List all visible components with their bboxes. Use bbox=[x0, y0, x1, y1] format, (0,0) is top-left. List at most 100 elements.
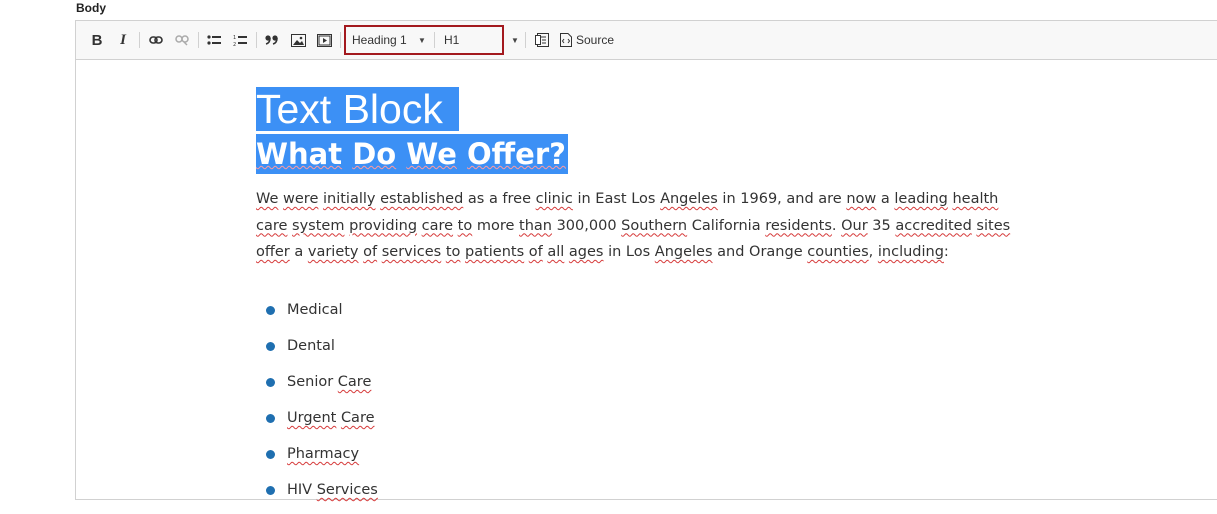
list-item[interactable]: Pharmacy bbox=[266, 442, 378, 478]
toolbar-separator bbox=[256, 32, 257, 48]
misspelled-word: than bbox=[519, 217, 552, 234]
list-item[interactable]: Urgent Care bbox=[266, 406, 378, 442]
text-run: in East Los bbox=[572, 191, 661, 207]
misspelled-word: ages bbox=[568, 244, 604, 260]
misspelled-word: Care bbox=[337, 374, 372, 390]
toolbar-separator bbox=[139, 32, 140, 48]
misspelled-word: We bbox=[256, 191, 279, 207]
editor-content[interactable]: Text Block What Do We Offer? We were ini… bbox=[76, 60, 1217, 499]
list-item[interactable]: HIV Services bbox=[266, 478, 378, 514]
unlink-icon[interactable] bbox=[172, 29, 192, 51]
misspelled-word: health bbox=[952, 191, 999, 207]
list-item[interactable]: Medical bbox=[266, 298, 378, 334]
toolbar-separator bbox=[340, 32, 341, 48]
bullet-icon bbox=[266, 378, 275, 387]
svg-text:2: 2 bbox=[233, 42, 236, 47]
bullet-icon bbox=[266, 342, 275, 351]
misspelled-word: residents bbox=[765, 217, 832, 234]
misspelled-word: accredited bbox=[895, 217, 972, 234]
heading-text-block[interactable]: Text Block bbox=[256, 87, 459, 131]
text-run: HIV bbox=[287, 482, 317, 498]
misspelled-word: services bbox=[381, 244, 442, 260]
text-run: 300,000 bbox=[551, 217, 622, 234]
text-run: in 1969, and are bbox=[717, 191, 847, 207]
heading-what-do-we-offer[interactable]: What Do We Offer? bbox=[256, 134, 568, 174]
misspelled-word: patients bbox=[465, 244, 525, 260]
misspelled-word: leading bbox=[894, 191, 948, 207]
misspelled-word: offer bbox=[256, 244, 290, 260]
editor-toolbar: B I 12 Heading 1 ▼ H1 ▼ Source bbox=[76, 21, 1217, 60]
list-item[interactable]: Senior Care bbox=[266, 370, 378, 406]
misspelled-word: Pharmacy bbox=[287, 446, 360, 462]
toolbar-separator bbox=[198, 32, 199, 48]
text-run: a bbox=[876, 191, 895, 207]
misspelled-word: Our bbox=[841, 217, 868, 234]
link-icon[interactable] bbox=[146, 29, 166, 51]
style-dropdown-toggle[interactable]: ▼ bbox=[508, 29, 522, 51]
bullet-icon bbox=[266, 486, 275, 495]
text-run: Senior bbox=[287, 374, 338, 390]
bulleted-list-icon[interactable] bbox=[204, 29, 224, 51]
misspelled-word: sites bbox=[976, 217, 1011, 234]
misspelled-word: Angeles bbox=[654, 244, 713, 260]
text-run: and Orange bbox=[712, 244, 808, 260]
heading-word: Offer? bbox=[467, 137, 566, 171]
misspelled-word: of bbox=[528, 244, 543, 260]
heading-word: What bbox=[256, 137, 343, 171]
misspelled-word: clinic bbox=[535, 191, 573, 207]
italic-button[interactable]: I bbox=[114, 29, 132, 51]
blockquote-icon[interactable] bbox=[262, 29, 282, 51]
body-field-label: Body bbox=[76, 1, 106, 15]
text-run: 35 bbox=[867, 217, 896, 234]
list-item[interactable]: Dental bbox=[266, 334, 378, 370]
misspelled-word: to bbox=[457, 217, 473, 234]
bold-button[interactable]: B bbox=[88, 29, 106, 51]
misspelled-word: variety bbox=[307, 244, 359, 260]
media-embed-icon[interactable] bbox=[314, 29, 334, 51]
misspelled-word: Angeles bbox=[660, 191, 718, 207]
misspelled-word: Southern bbox=[621, 217, 688, 234]
misspelled-word: system bbox=[292, 217, 345, 234]
text-run: Medical bbox=[287, 302, 343, 318]
chevron-down-icon: ▼ bbox=[511, 35, 519, 45]
heading-word: We bbox=[406, 137, 457, 171]
toolbar-separator bbox=[525, 32, 526, 48]
bullet-icon bbox=[266, 414, 275, 423]
misspelled-word: care bbox=[256, 217, 288, 234]
text-run: a bbox=[289, 244, 308, 260]
text-run: California bbox=[687, 217, 766, 234]
text-run: Dental bbox=[287, 338, 335, 354]
numbered-list-icon[interactable]: 12 bbox=[230, 29, 250, 51]
image-icon[interactable] bbox=[288, 29, 308, 51]
misspelled-word: care bbox=[421, 217, 454, 234]
misspelled-word: of bbox=[363, 244, 378, 260]
misspelled-word: established bbox=[380, 191, 464, 207]
misspelled-word: including bbox=[877, 244, 944, 260]
misspelled-word: all bbox=[547, 244, 565, 260]
source-button[interactable]: Source bbox=[558, 29, 616, 51]
text-run: more bbox=[472, 217, 520, 234]
bullet-icon bbox=[266, 306, 275, 315]
misspelled-word: providing bbox=[349, 217, 418, 234]
misspelled-word: now bbox=[846, 191, 877, 207]
misspelled-word: Services bbox=[316, 482, 378, 498]
heading-word: Do bbox=[352, 137, 397, 171]
misspelled-word: Care bbox=[340, 410, 375, 426]
text-run: : bbox=[943, 244, 949, 260]
source-button-label: Source bbox=[576, 33, 615, 47]
source-icon bbox=[560, 33, 572, 47]
misspelled-word: Urgent bbox=[287, 410, 337, 426]
misspelled-word: to bbox=[445, 244, 461, 260]
misspelled-word: initially bbox=[322, 191, 376, 207]
intro-paragraph[interactable]: We were initially established as a free … bbox=[256, 186, 1026, 266]
bullet-icon bbox=[266, 450, 275, 459]
rich-text-editor: B I 12 Heading 1 ▼ H1 ▼ Source Text Bloc… bbox=[75, 20, 1217, 500]
templates-icon[interactable] bbox=[532, 29, 552, 51]
text-run: , bbox=[868, 244, 878, 260]
highlight-box bbox=[344, 25, 504, 55]
misspelled-word: were bbox=[283, 191, 319, 207]
text-run: in Los bbox=[603, 244, 655, 260]
misspelled-word: counties bbox=[807, 244, 869, 260]
text-run: . bbox=[831, 217, 842, 234]
text-run: as a free bbox=[463, 191, 536, 207]
